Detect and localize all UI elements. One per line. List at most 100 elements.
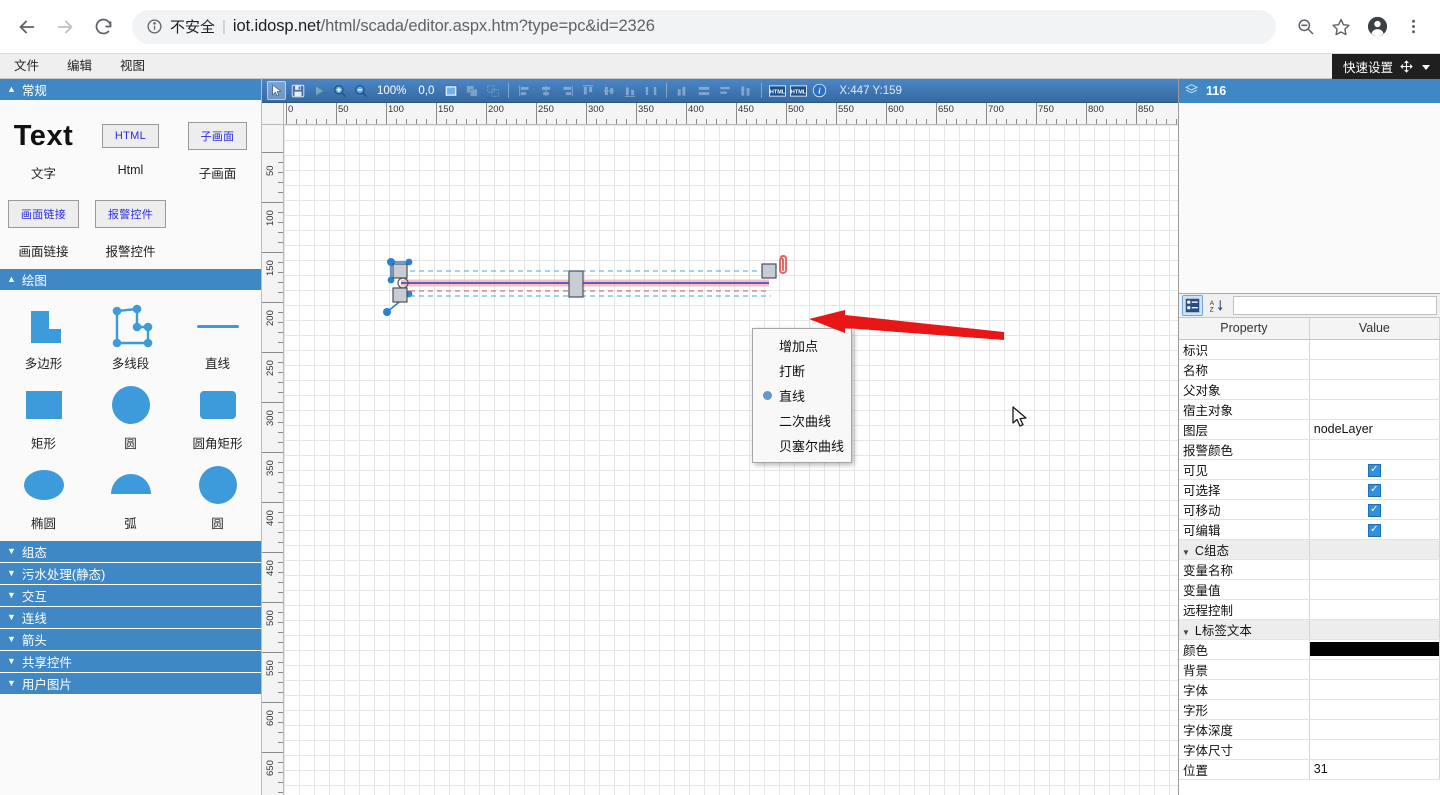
property-row[interactable]: 位置31	[1179, 759, 1440, 779]
property-value-cell[interactable]	[1309, 579, 1439, 599]
triangle-down-icon[interactable]: ▼	[1182, 628, 1190, 637]
property-value-cell[interactable]	[1309, 559, 1439, 579]
property-row[interactable]: 可选择✓	[1179, 479, 1440, 499]
properties-table[interactable]: Property Value 标识名称父对象宿主对象图层nodeLayer报警颜…	[1179, 318, 1440, 795]
palette-item-text[interactable]: Text 文字	[0, 111, 87, 183]
color-swatch[interactable]	[1310, 642, 1439, 656]
palette-item-arc[interactable]: 弧	[87, 461, 174, 533]
property-row[interactable]: 字形	[1179, 699, 1440, 719]
layer-header[interactable]: 116	[1179, 79, 1440, 103]
property-value-cell[interactable]	[1309, 739, 1439, 759]
palette-group-header-user-images[interactable]: ▼ 用户图片	[0, 673, 261, 695]
property-value-cell[interactable]: ✓	[1309, 519, 1439, 539]
property-row[interactable]: 颜色	[1179, 639, 1440, 659]
info-button[interactable]: i	[810, 81, 829, 100]
property-row[interactable]: 字体尺寸	[1179, 739, 1440, 759]
quick-settings-bar[interactable]: 快速设置	[1332, 54, 1440, 79]
three-dot-menu-icon[interactable]	[1396, 10, 1430, 44]
palette-group-header-interaction[interactable]: ▼ 交互	[0, 585, 261, 607]
checkbox-checked-icon[interactable]: ✓	[1368, 524, 1381, 537]
align-right-button[interactable]	[557, 81, 576, 100]
property-row[interactable]: 父对象	[1179, 379, 1440, 399]
property-row[interactable]: 可移动✓	[1179, 499, 1440, 519]
palette-group-header-connectors[interactable]: ▼ 连线	[0, 607, 261, 629]
zoom-in-button[interactable]	[330, 81, 349, 100]
context-menu-item-straight-line[interactable]: 直线	[753, 383, 851, 408]
triangle-down-icon[interactable]: ▼	[1182, 548, 1190, 557]
palette-item-rectangle[interactable]: 矩形	[0, 381, 87, 453]
layer-tree-area[interactable]	[1179, 103, 1440, 293]
same-height-button[interactable]	[715, 81, 734, 100]
menu-view[interactable]: 视图	[106, 54, 159, 79]
palette-item-circle2[interactable]: 圆	[174, 461, 261, 533]
checkbox-checked-icon[interactable]: ✓	[1368, 504, 1381, 517]
property-value-cell[interactable]	[1309, 719, 1439, 739]
categorized-view-icon[interactable]	[1182, 295, 1203, 316]
align-bottom-button[interactable]	[620, 81, 639, 100]
context-menu-item-bezier-curve[interactable]: 贝塞尔曲线	[753, 433, 851, 458]
design-canvas[interactable]: 增加点 打断 直线 二次曲线	[284, 125, 1178, 795]
palette-item-alarm-control[interactable]: 报警控件 报警控件	[87, 189, 174, 261]
palette-item-polyline[interactable]: 多线段	[87, 301, 174, 373]
checkbox-checked-icon[interactable]: ✓	[1368, 484, 1381, 497]
palette-group-header-configuration[interactable]: ▼ 组态	[0, 541, 261, 563]
chevron-down-icon[interactable]	[1420, 61, 1432, 73]
palette-group-header-wastewater[interactable]: ▼ 污水处理(静态)	[0, 563, 261, 585]
align-center-button[interactable]	[536, 81, 555, 100]
property-row[interactable]: 可见✓	[1179, 459, 1440, 479]
reload-icon[interactable]	[86, 10, 120, 44]
same-width-button[interactable]	[694, 81, 713, 100]
property-value-cell[interactable]	[1309, 379, 1439, 399]
back-arrow-icon[interactable]	[10, 10, 44, 44]
star-icon[interactable]	[1324, 10, 1358, 44]
property-row[interactable]: 宿主对象	[1179, 399, 1440, 419]
property-value-cell[interactable]: 31	[1309, 759, 1439, 779]
align-left-button[interactable]	[515, 81, 534, 100]
zoom-out-button[interactable]	[351, 81, 370, 100]
fit-screen-button[interactable]	[441, 81, 460, 100]
property-row[interactable]: 变量值	[1179, 579, 1440, 599]
checkbox-checked-icon[interactable]: ✓	[1368, 464, 1381, 477]
palette-item-circle[interactable]: 圆	[87, 381, 174, 453]
property-filter-input[interactable]	[1233, 296, 1437, 315]
move-cross-icon[interactable]	[1400, 60, 1413, 73]
palette-item-line[interactable]: 直线	[174, 301, 261, 373]
canvas-sheet[interactable]	[284, 125, 1178, 795]
property-value-cell[interactable]: ✓	[1309, 499, 1439, 519]
property-category-row[interactable]: ▼L标签文本	[1179, 619, 1440, 639]
property-row[interactable]: 背景	[1179, 659, 1440, 679]
property-value-cell[interactable]	[1309, 599, 1439, 619]
align-extra-button[interactable]	[736, 81, 755, 100]
property-value-cell[interactable]	[1309, 539, 1439, 559]
palette-group-header-shared-controls[interactable]: ▼ 共享控件	[0, 651, 261, 673]
property-row[interactable]: 远程控制	[1179, 599, 1440, 619]
property-value-cell[interactable]	[1309, 359, 1439, 379]
align-middle-button[interactable]	[599, 81, 618, 100]
palette-item-rounded-rect[interactable]: 圆角矩形	[174, 381, 261, 453]
palette-group-header-arrows[interactable]: ▼ 箭头	[0, 629, 261, 651]
property-value-cell[interactable]	[1309, 679, 1439, 699]
property-row[interactable]: 标识	[1179, 339, 1440, 359]
property-row[interactable]: 报警颜色	[1179, 439, 1440, 459]
run-button[interactable]	[309, 81, 328, 100]
palette-group-header-drawing[interactable]: ▲ 绘图	[0, 269, 261, 291]
select-tool-button[interactable]	[267, 81, 286, 100]
sort-alphabetical-icon[interactable]: AZ	[1206, 295, 1227, 316]
property-value-cell[interactable]: nodeLayer	[1309, 419, 1439, 439]
menu-edit[interactable]: 编辑	[53, 54, 106, 79]
palette-item-polygon[interactable]: 多边形	[0, 301, 87, 373]
group-button[interactable]	[462, 81, 481, 100]
property-category-row[interactable]: ▼C组态	[1179, 539, 1440, 559]
property-row[interactable]: 可编辑✓	[1179, 519, 1440, 539]
profile-avatar-icon[interactable]	[1360, 10, 1394, 44]
property-row[interactable]: 字体深度	[1179, 719, 1440, 739]
info-circle-icon[interactable]	[146, 18, 163, 35]
ungroup-button[interactable]	[483, 81, 502, 100]
zoom-out-icon[interactable]	[1288, 10, 1322, 44]
html-import-button[interactable]: HTML	[789, 81, 808, 100]
palette-item-ellipse[interactable]: 椭圆	[0, 461, 87, 533]
property-value-cell[interactable]	[1309, 639, 1439, 659]
property-value-cell[interactable]	[1309, 439, 1439, 459]
distribute-horizontal-button[interactable]	[641, 81, 660, 100]
property-value-cell[interactable]	[1309, 619, 1439, 639]
